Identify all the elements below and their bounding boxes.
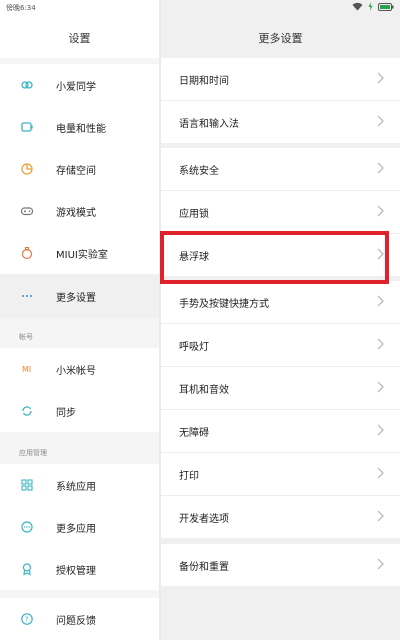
sidebar-item-label: 存储空间 [56,165,96,177]
grid-icon [19,477,35,493]
charging-icon [368,2,373,11]
battery-status-icon [378,2,394,11]
chevron-right-icon [377,338,384,350]
flask-icon [19,245,35,261]
item-label: 日期和时间 [179,76,229,87]
chevron-right-icon [377,381,384,393]
section-header-account: 帐号 [0,318,159,348]
mi-icon: MI [19,361,35,377]
item-accessibility[interactable]: 无障碍 [161,410,400,452]
status-time: 傍晚6:34 [6,4,36,12]
sidebar-item-permissions[interactable]: 授权管理 [0,548,159,590]
sidebar-item-label: 问题反馈 [56,615,96,627]
item-label: 备份和重置 [179,562,229,573]
sidebar-item-more-apps[interactable]: 更多应用 [0,506,159,548]
status-icons [352,2,394,11]
chevron-right-icon [377,424,384,436]
sidebar-item-miui-lab[interactable]: MIUI实验室 [0,232,159,274]
sync-icon [19,403,35,419]
sidebar-item-label: 授权管理 [56,565,96,577]
sidebar-item-storage[interactable]: 存储空间 [0,148,159,190]
sidebar-item-label: 同步 [56,407,76,419]
storage-icon [19,161,35,177]
sidebar-title: 设置 [68,32,91,45]
item-label: 系统安全 [179,166,219,177]
item-label: 开发者选项 [179,514,229,525]
sidebar-item-sync[interactable]: 同步 [0,390,159,432]
sidebar-item-label: 更多应用 [56,523,96,535]
item-label: 语言和输入法 [179,119,239,130]
panel-title: 更多设置 [258,32,303,45]
sidebar-item-label: 小米帐号 [56,365,96,377]
more-dots-icon [19,288,35,304]
sidebar-item-battery[interactable]: 电量和性能 [0,106,159,148]
item-app-lock[interactable]: 应用锁 [161,191,400,233]
chevron-right-icon [377,205,384,217]
item-language-input[interactable]: 语言和输入法 [161,101,400,143]
item-print[interactable]: 打印 [161,453,400,495]
sidebar-item-label: 更多设置 [56,292,96,304]
more-settings-panel: 更多设置 日期和时间 语言和输入法 系统安全 应用锁 悬浮球 手势及按键快捷方式… [161,0,400,640]
item-notification-light[interactable]: 呼吸灯 [161,324,400,366]
item-headphones-audio[interactable]: 耳机和音效 [161,367,400,409]
battery-icon [19,119,35,135]
section-header-apps: 应用管理 [0,432,159,464]
more-apps-icon [19,519,35,535]
item-label: 无障碍 [179,428,209,439]
question-icon: ? [19,611,35,627]
section-label: 应用管理 [19,449,47,457]
sidebar-item-label: 游戏模式 [56,207,96,219]
sidebar-item-label: 电量和性能 [56,123,106,135]
svg-text:?: ? [25,616,29,624]
highlight-box [160,231,389,284]
sidebar-item-mi-account[interactable]: MI 小米帐号 [0,348,159,390]
badge-icon [19,561,35,577]
item-label: 耳机和音效 [179,385,229,396]
item-label: 打印 [179,471,199,482]
sidebar-item-label: 系统应用 [56,481,96,493]
chevron-right-icon [377,467,384,479]
divider [0,590,159,598]
item-label: 应用锁 [179,209,209,220]
item-backup-reset[interactable]: 备份和重置 [161,544,400,586]
item-system-security[interactable]: 系统安全 [161,148,400,190]
chevron-right-icon [377,72,384,84]
settings-sidebar: 设置 小爱同学 电量和性能 存储空间 游戏模式 MIUI实验室 更多设置 帐号 … [0,0,159,640]
section-label: 帐号 [19,333,33,341]
svg-text:MI: MI [22,365,31,374]
gamepad-icon [19,203,35,219]
xiaoai-icon [19,77,35,93]
sidebar-item-xiaoai[interactable]: 小爱同学 [0,64,159,106]
sidebar-item-feedback[interactable]: ? 问题反馈 [0,598,159,640]
chevron-right-icon [377,162,384,174]
sidebar-item-system-apps[interactable]: 系统应用 [0,464,159,506]
sidebar-item-more-settings[interactable]: 更多设置 [0,274,159,318]
sidebar-item-label: 小爱同学 [56,81,96,93]
item-gestures-shortcuts[interactable]: 手势及按键快捷方式 [161,281,400,323]
sidebar-item-game-mode[interactable]: 游戏模式 [0,190,159,232]
item-label: 手势及按键快捷方式 [179,299,269,310]
chevron-right-icon [377,295,384,307]
chevron-right-icon [377,115,384,127]
wifi-icon [352,2,363,11]
item-label: 呼吸灯 [179,342,209,353]
chevron-right-icon [377,558,384,570]
item-date-time[interactable]: 日期和时间 [161,58,400,100]
status-bar: 傍晚6:34 [0,0,400,16]
sidebar-item-label: MIUI实验室 [56,249,108,261]
chevron-right-icon [377,510,384,522]
item-developer-options[interactable]: 开发者选项 [161,496,400,538]
